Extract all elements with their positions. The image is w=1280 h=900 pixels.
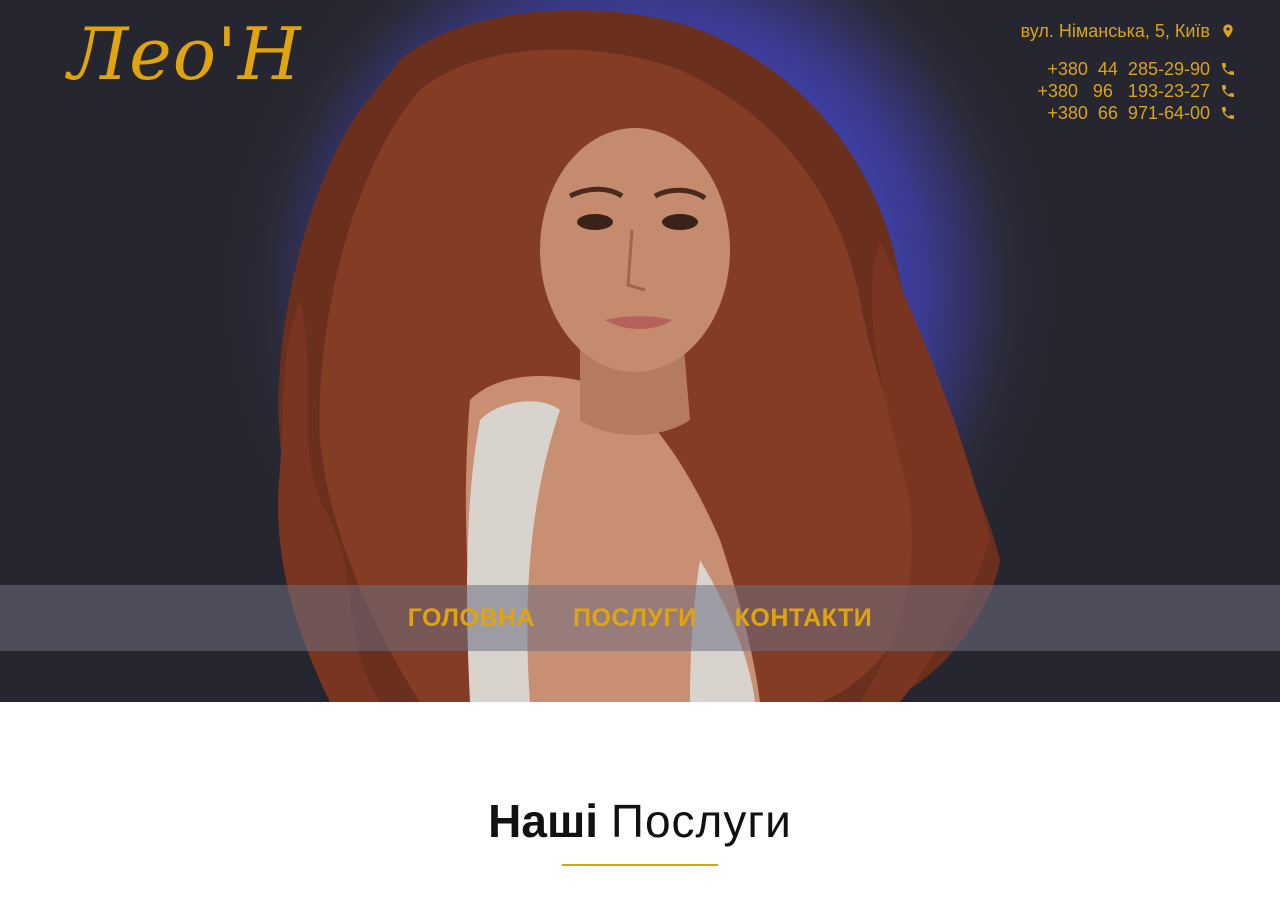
phone-icon [1222,107,1234,119]
address-line: вул. Німанська, 5, Київ [1021,20,1236,42]
phone-icon [1222,85,1234,97]
services-title: Наші Послуги [0,798,1280,844]
phone-number[interactable]: +380 44 285-29-90 [1047,59,1210,80]
map-marker-icon [1223,24,1233,38]
nav-item-services[interactable]: ПОСЛУГИ [571,600,699,637]
phone-line[interactable]: +380 96 193-23-27 [1021,80,1236,102]
main-nav: ГОЛОВНА ПОСЛУГИ КОНТАКТИ [0,585,1280,651]
hero-section: Лео'Н вул. Німанська, 5, Київ +380 44 28… [0,0,1280,702]
title-underline [562,864,718,866]
contact-info: вул. Німанська, 5, Київ +380 44 285-29-9… [1021,20,1236,124]
services-title-light: Послуги [610,795,792,847]
phone-icon [1222,63,1234,75]
phone-line[interactable]: +380 44 285-29-90 [1021,58,1236,80]
services-title-bold: Наші [488,795,599,847]
phone-number[interactable]: +380 66 971-64-00 [1047,103,1210,124]
nav-item-home[interactable]: ГОЛОВНА [406,600,537,637]
nav-item-contacts[interactable]: КОНТАКТИ [733,600,875,637]
services-section: Наші Послуги [0,702,1280,900]
phone-number[interactable]: +380 96 193-23-27 [1037,81,1210,102]
phone-line[interactable]: +380 66 971-64-00 [1021,102,1236,124]
address-text: вул. Німанська, 5, Київ [1020,20,1210,41]
logo[interactable]: Лео'Н [68,18,302,90]
